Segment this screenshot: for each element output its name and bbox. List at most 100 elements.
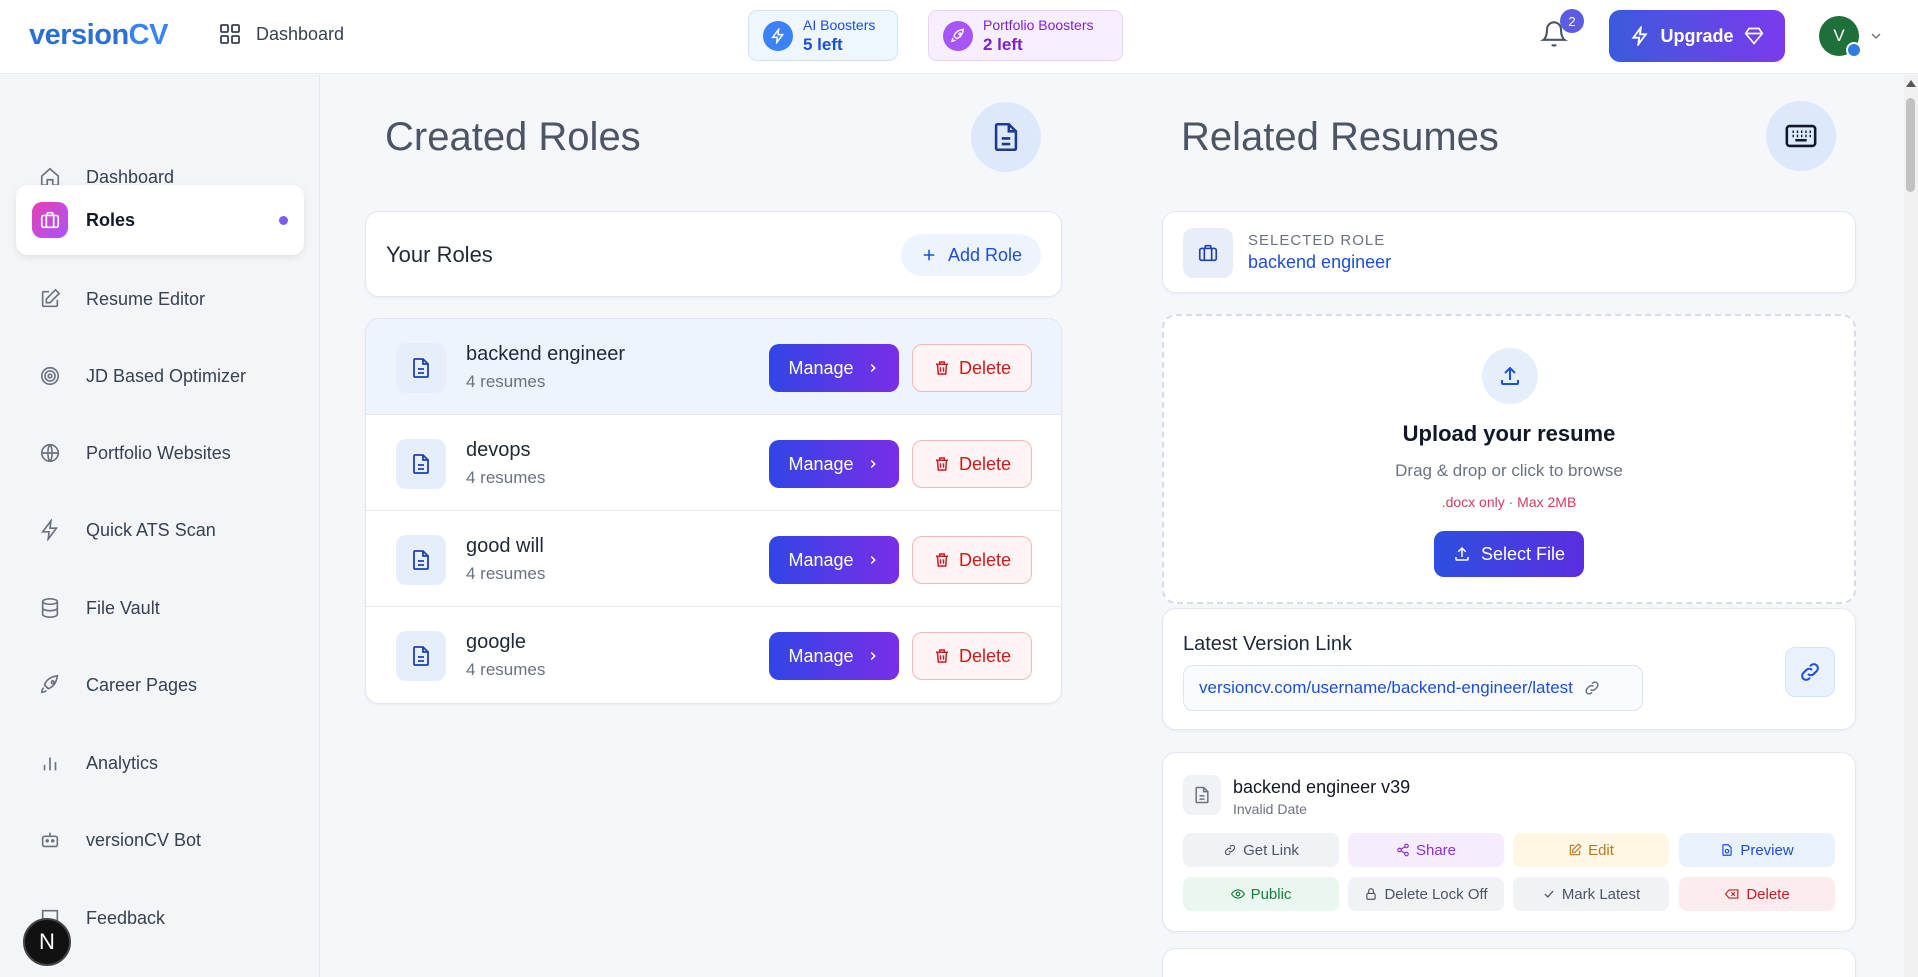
scrollbar-track[interactable] bbox=[1904, 75, 1918, 977]
portfolio-boosters-card[interactable]: Portfolio Boosters 2 left bbox=[928, 10, 1123, 61]
sidebar-item-analytics[interactable]: Analytics bbox=[16, 728, 304, 798]
chevron-right-icon bbox=[866, 457, 880, 471]
sidebar-item-resume-editor[interactable]: Resume Editor bbox=[16, 264, 304, 334]
lock-icon bbox=[1364, 887, 1378, 901]
delete-label: Delete bbox=[958, 645, 1012, 666]
resume-version-card-partial bbox=[1162, 948, 1856, 977]
document-icon bbox=[971, 102, 1041, 172]
delete-button[interactable]: Delete bbox=[912, 632, 1032, 680]
trash-icon bbox=[933, 551, 951, 569]
upload-dropzone[interactable]: Upload your resume Drag & drop or click … bbox=[1162, 314, 1856, 604]
manage-button[interactable]: Manage bbox=[769, 440, 899, 488]
related-resumes-heading: Related Resumes bbox=[1181, 115, 1499, 159]
target-icon bbox=[32, 358, 68, 394]
mark-latest-label: Mark Latest bbox=[1561, 885, 1641, 903]
dev-tools-badge[interactable]: N bbox=[23, 918, 71, 966]
sidebar: Dashboard Roles Resume Editor JD Based O… bbox=[0, 75, 320, 977]
get-link-button[interactable]: Get Link bbox=[1183, 833, 1339, 867]
upload-icon bbox=[1453, 545, 1471, 563]
briefcase-icon bbox=[32, 202, 68, 238]
role-row[interactable]: backend engineer 4 resumes Manage Delete bbox=[366, 319, 1061, 415]
sidebar-item-label: Quick ATS Scan bbox=[86, 519, 216, 540]
chevron-down-icon[interactable] bbox=[1868, 28, 1884, 44]
ai-boosters-label: AI Boosters bbox=[803, 16, 876, 33]
logo-accent: CV bbox=[128, 19, 169, 51]
role-name: google bbox=[466, 631, 527, 653]
delete-button[interactable]: Delete bbox=[912, 536, 1032, 584]
sidebar-item-label: JD Based Optimizer bbox=[86, 365, 247, 386]
logo-text: version bbox=[29, 19, 129, 51]
created-roles-heading: Created Roles bbox=[385, 115, 641, 159]
breadcrumb[interactable]: Dashboard bbox=[218, 22, 344, 46]
grid-icon bbox=[218, 22, 242, 46]
preview-button[interactable]: Preview bbox=[1679, 833, 1835, 867]
scrollbar-thumb[interactable] bbox=[1906, 98, 1915, 192]
role-count: 4 resumes bbox=[466, 372, 546, 391]
select-file-label: Select File bbox=[1480, 543, 1566, 564]
delete-button[interactable]: Delete bbox=[912, 440, 1032, 488]
top-bar: versionCV Dashboard AI Boosters 5 left P… bbox=[0, 0, 1918, 74]
edit-button[interactable]: Edit bbox=[1513, 833, 1669, 867]
mark-latest-button[interactable]: Mark Latest bbox=[1513, 877, 1669, 911]
manage-button[interactable]: Manage bbox=[769, 344, 899, 392]
manage-label: Manage bbox=[788, 357, 854, 378]
sidebar-item-versioncv-bot[interactable]: versionCV Bot bbox=[16, 805, 304, 875]
manage-label: Manage bbox=[788, 645, 854, 666]
bolt-icon bbox=[1630, 26, 1650, 46]
manage-button[interactable]: Manage bbox=[769, 536, 899, 584]
role-row[interactable]: good will 4 resumes Manage Delete bbox=[366, 511, 1061, 607]
rocket-icon bbox=[943, 20, 973, 51]
roles-list: backend engineer 4 resumes Manage Delete… bbox=[365, 318, 1062, 704]
delete-label: Delete bbox=[958, 357, 1012, 378]
portfolio-boosters-label: Portfolio Boosters bbox=[983, 16, 1094, 33]
edit-label: Edit bbox=[1588, 841, 1614, 859]
your-roles-header-card: Your Roles Add Role bbox=[365, 211, 1062, 297]
upload-note: .docx only · Max 2MB bbox=[1441, 494, 1577, 510]
selected-role-value: backend engineer bbox=[1248, 252, 1392, 272]
ai-boosters-card[interactable]: AI Boosters 5 left bbox=[748, 10, 898, 61]
document-icon bbox=[396, 631, 446, 681]
keyboard-icon bbox=[1766, 101, 1836, 171]
copy-link-button[interactable] bbox=[1785, 647, 1835, 697]
delete-icon bbox=[1724, 887, 1740, 901]
bot-icon bbox=[32, 822, 68, 858]
delete-label: Delete bbox=[1746, 885, 1790, 903]
manage-button[interactable]: Manage bbox=[769, 632, 899, 680]
document-icon bbox=[396, 343, 446, 393]
scroll-up-arrow[interactable] bbox=[1906, 80, 1916, 87]
delete-button[interactable]: Delete bbox=[912, 344, 1032, 392]
sidebar-item-label: File Vault bbox=[86, 597, 160, 618]
select-file-button[interactable]: Select File bbox=[1434, 531, 1584, 577]
bolt-icon bbox=[763, 20, 793, 51]
delete-version-button[interactable]: Delete bbox=[1679, 877, 1835, 911]
document-icon bbox=[396, 439, 446, 489]
selected-role-card: SELECTED ROLE backend engineer bbox=[1162, 211, 1856, 293]
share-button[interactable]: Share bbox=[1348, 833, 1504, 867]
selected-role-label: SELECTED ROLE bbox=[1248, 232, 1386, 249]
sidebar-item-quick-ats-scan[interactable]: Quick ATS Scan bbox=[16, 495, 304, 565]
sidebar-item-label: Portfolio Websites bbox=[86, 442, 231, 463]
sidebar-item-label: Roles bbox=[86, 209, 136, 230]
role-row[interactable]: devops 4 resumes Manage Delete bbox=[366, 415, 1061, 511]
latest-version-link[interactable]: versioncv.com/username/backend-engineer/… bbox=[1183, 665, 1643, 711]
logo[interactable]: versionCV bbox=[29, 19, 168, 52]
role-count: 4 resumes bbox=[466, 468, 546, 487]
public-label: Public bbox=[1250, 885, 1292, 903]
rocket-icon bbox=[32, 667, 68, 703]
link-icon bbox=[1223, 843, 1237, 857]
delete-label: Delete bbox=[958, 453, 1012, 474]
role-row[interactable]: google 4 resumes Manage Delete bbox=[366, 607, 1061, 703]
upgrade-button[interactable]: Upgrade bbox=[1609, 10, 1785, 62]
delete-lock-button[interactable]: Delete Lock Off bbox=[1348, 877, 1504, 911]
sidebar-item-portfolio-websites[interactable]: Portfolio Websites bbox=[16, 418, 304, 488]
trash-icon bbox=[933, 455, 951, 473]
sidebar-item-jd-optimizer[interactable]: JD Based Optimizer bbox=[16, 341, 304, 411]
sidebar-item-roles[interactable]: Roles bbox=[16, 185, 304, 255]
sidebar-item-career-pages[interactable]: Career Pages bbox=[16, 650, 304, 720]
public-toggle-button[interactable]: Public bbox=[1183, 877, 1339, 911]
database-icon bbox=[32, 590, 68, 626]
sidebar-item-file-vault[interactable]: File Vault bbox=[16, 573, 304, 643]
add-role-button[interactable]: Add Role bbox=[901, 234, 1041, 276]
diamond-icon bbox=[1744, 26, 1764, 46]
get-link-label: Get Link bbox=[1243, 841, 1299, 859]
